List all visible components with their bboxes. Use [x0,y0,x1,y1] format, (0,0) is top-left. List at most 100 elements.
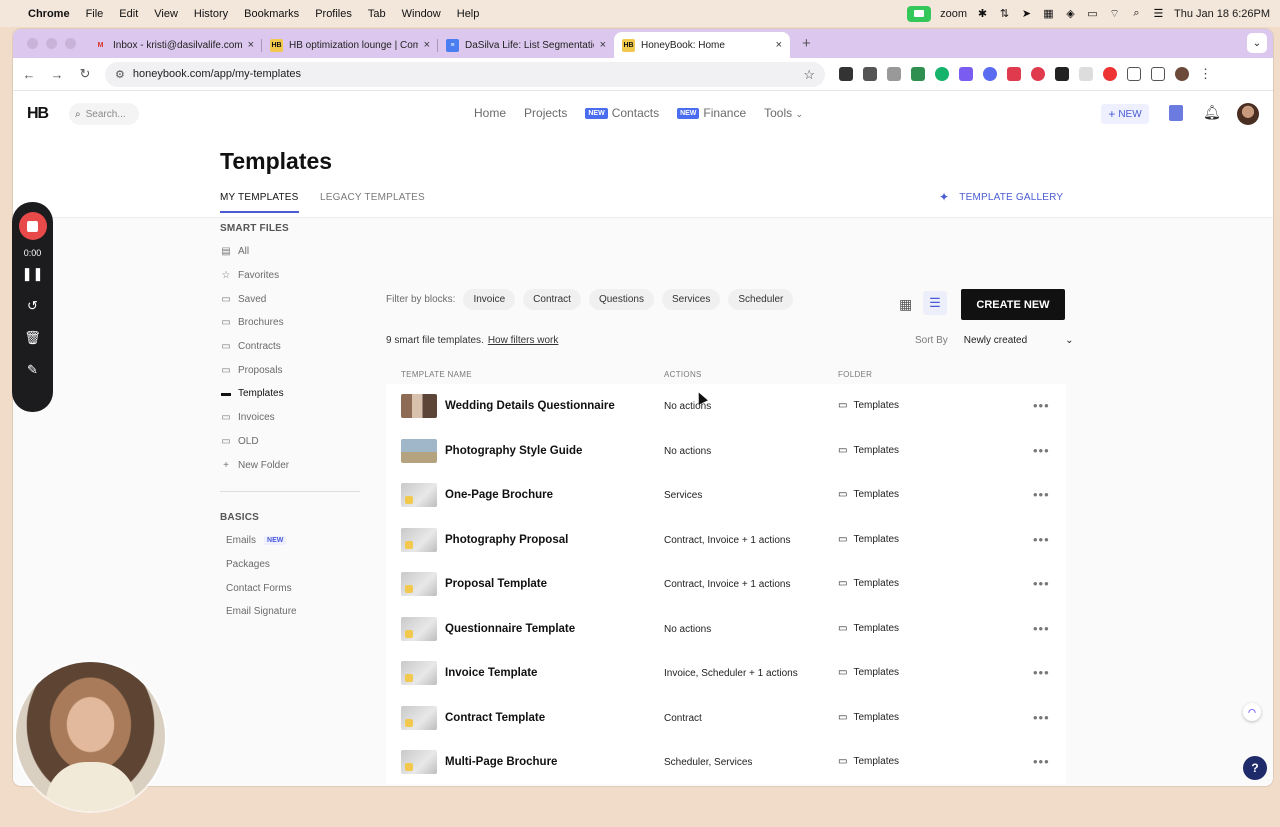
restart-icon[interactable]: ↺ [27,298,38,314]
menu-help[interactable]: Help [457,8,480,20]
menu-view[interactable]: View [154,8,178,20]
send-icon[interactable]: ➤ [1020,8,1033,20]
bell-icon[interactable]: 🔔︎ [1203,104,1221,121]
clickup-widget-icon[interactable]: ◠ [1243,703,1261,721]
table-row[interactable]: One-Page Brochure Services ▭ Templates ••… [386,473,1066,517]
help-button[interactable]: ? [1243,756,1267,780]
table-row[interactable]: Invoice Template Invoice, Scheduler + 1 … [386,651,1066,695]
menu-window[interactable]: Window [402,8,441,20]
address-bar[interactable]: ⚙ honeybook.com/app/my-templates ☆ [105,61,825,87]
template-name[interactable]: Invoice Template [445,667,537,679]
webcam-bubble[interactable] [16,662,165,811]
extension-icon[interactable] [887,67,901,81]
menu-tab[interactable]: Tab [368,8,386,20]
menu-file[interactable]: File [86,8,104,20]
sidebar-item-packages[interactable]: Packages [220,553,360,577]
maximize-window-button[interactable] [65,38,76,49]
sync-icon[interactable]: ⇅ [998,8,1011,20]
table-row[interactable]: Proposal Template Contract, Invoice + 1 … [386,562,1066,606]
sidebar-item-proposals[interactable]: ▭ Proposals [220,358,360,382]
more-options-icon[interactable]: ••• [1033,487,1050,502]
back-arrow-icon[interactable]: ← [15,67,43,82]
trash-icon[interactable]: 🗑︎ [24,330,41,346]
sidebar-item-all[interactable]: ▤ All [220,240,360,264]
menu-profiles[interactable]: Profiles [315,8,352,20]
browser-tab-honeybook[interactable]: HB HoneyBook: Home × [614,32,790,58]
stop-recording-button[interactable] [18,212,47,240]
new-button[interactable]: + NEW [1101,104,1149,124]
bookmark-star-icon[interactable]: ☆ [803,67,815,83]
wifi-icon[interactable]: ⌔ [1108,8,1121,20]
sidebar-item-saved[interactable]: ▭ Saved [220,287,360,311]
sun-icon[interactable]: ✱ [976,8,989,20]
more-options-icon[interactable]: ••• [1033,710,1050,725]
close-tab-icon[interactable]: × [600,39,606,51]
tab-my-templates[interactable]: MY TEMPLATES [220,192,299,213]
sidebar-item-brochures[interactable]: ▭ Brochures [220,311,360,335]
gift-icon[interactable] [1169,105,1183,121]
zoom-status[interactable]: zoom [940,8,967,20]
more-options-icon[interactable]: ••• [1033,621,1050,636]
template-name[interactable]: Multi-Page Brochure [445,756,557,768]
search-input[interactable]: ⌕ Search... [69,103,139,125]
nav-tools[interactable]: Tools ⌄ [764,106,803,120]
menu-edit[interactable]: Edit [119,8,138,20]
create-new-button[interactable]: CREATE NEW [961,289,1065,320]
template-name[interactable]: One-Page Brochure [445,489,553,501]
filter-chip-contract[interactable]: Contract [523,289,581,310]
how-filters-work-link[interactable]: How filters work [488,335,559,346]
extension-icon[interactable] [1079,67,1093,81]
close-tab-icon[interactable]: × [248,39,254,51]
url-text[interactable]: honeybook.com/app/my-templates [133,68,301,80]
menu-bookmarks[interactable]: Bookmarks [244,8,299,20]
extension-icon[interactable] [1103,67,1117,81]
template-gallery-link[interactable]: ✦ TEMPLATE GALLERY [939,190,1063,204]
reload-icon[interactable]: ↻ [71,66,99,82]
template-name[interactable]: Photography Proposal [445,534,568,546]
sidebar-item-old[interactable]: ▭ OLD [220,430,360,454]
browser-tab-gmail[interactable]: M Inbox - kristi@dasilvalife.com × [86,32,262,58]
more-options-icon[interactable]: ••• [1033,532,1050,547]
tab-search-chevron-icon[interactable]: ⌄ [1247,33,1267,53]
battery-icon[interactable]: ▭ [1086,8,1099,20]
extension-icon[interactable] [839,67,853,81]
spotlight-icon[interactable]: ⌕ [1130,7,1143,19]
extension-icon[interactable] [1007,67,1021,81]
profile-avatar[interactable] [1175,67,1189,81]
forward-arrow-icon[interactable]: → [43,67,71,82]
nav-finance[interactable]: NEW Finance [677,106,746,120]
sidebar-item-emails[interactable]: Emails NEW [220,529,360,553]
extension-icon[interactable] [911,67,925,81]
nav-home[interactable]: Home [474,106,506,120]
more-options-icon[interactable]: ••• [1033,443,1050,458]
table-row[interactable]: Wedding Details Questionnaire No actions… [386,384,1066,428]
sidebar-item-new-folder[interactable]: + New Folder [220,453,360,477]
sidebar-item-favorites[interactable]: ☆ Favorites [220,264,360,288]
close-tab-icon[interactable]: × [776,39,782,51]
hb-logo[interactable]: HB [27,105,49,123]
nav-projects[interactable]: Projects [524,106,567,120]
puzzle-icon[interactable] [1127,67,1141,81]
sidebar-item-contracts[interactable]: ▭ Contracts [220,335,360,359]
close-window-button[interactable] [27,38,38,49]
extension-icon[interactable] [1031,67,1045,81]
chrome-menu-icon[interactable]: ⋮ [1199,66,1212,82]
menu-app-name[interactable]: Chrome [28,8,70,20]
pause-icon[interactable]: ❚❚ [22,266,44,282]
filter-chip-scheduler[interactable]: Scheduler [728,289,794,310]
video-camera-icon[interactable] [907,5,932,22]
more-options-icon[interactable]: ••• [1033,754,1050,769]
table-row[interactable]: Contract Template Contract ▭ Templates ••… [386,696,1066,740]
template-name[interactable]: Questionnaire Template [445,623,575,635]
sidebar-item-contact-forms[interactable]: Contact Forms [220,576,360,600]
menubar-datetime[interactable]: Thu Jan 18 6:26PM [1174,8,1270,20]
chevron-down-icon[interactable]: ⌄ [1065,335,1073,346]
template-name[interactable]: Proposal Template [445,578,547,590]
extension-icon[interactable] [983,67,997,81]
table-row[interactable]: Multi-Page Brochure Scheduler, Services … [386,740,1066,784]
table-row[interactable]: Questionnaire Template No actions ▭ Templ… [386,607,1066,651]
pencil-icon[interactable]: ✎ [27,362,38,378]
sort-control[interactable]: Sort By Newly created ⌄ [915,335,1074,346]
filter-chip-invoice[interactable]: Invoice [463,289,516,310]
table-row[interactable]: Photography Proposal Contract, Invoice +… [386,518,1066,562]
